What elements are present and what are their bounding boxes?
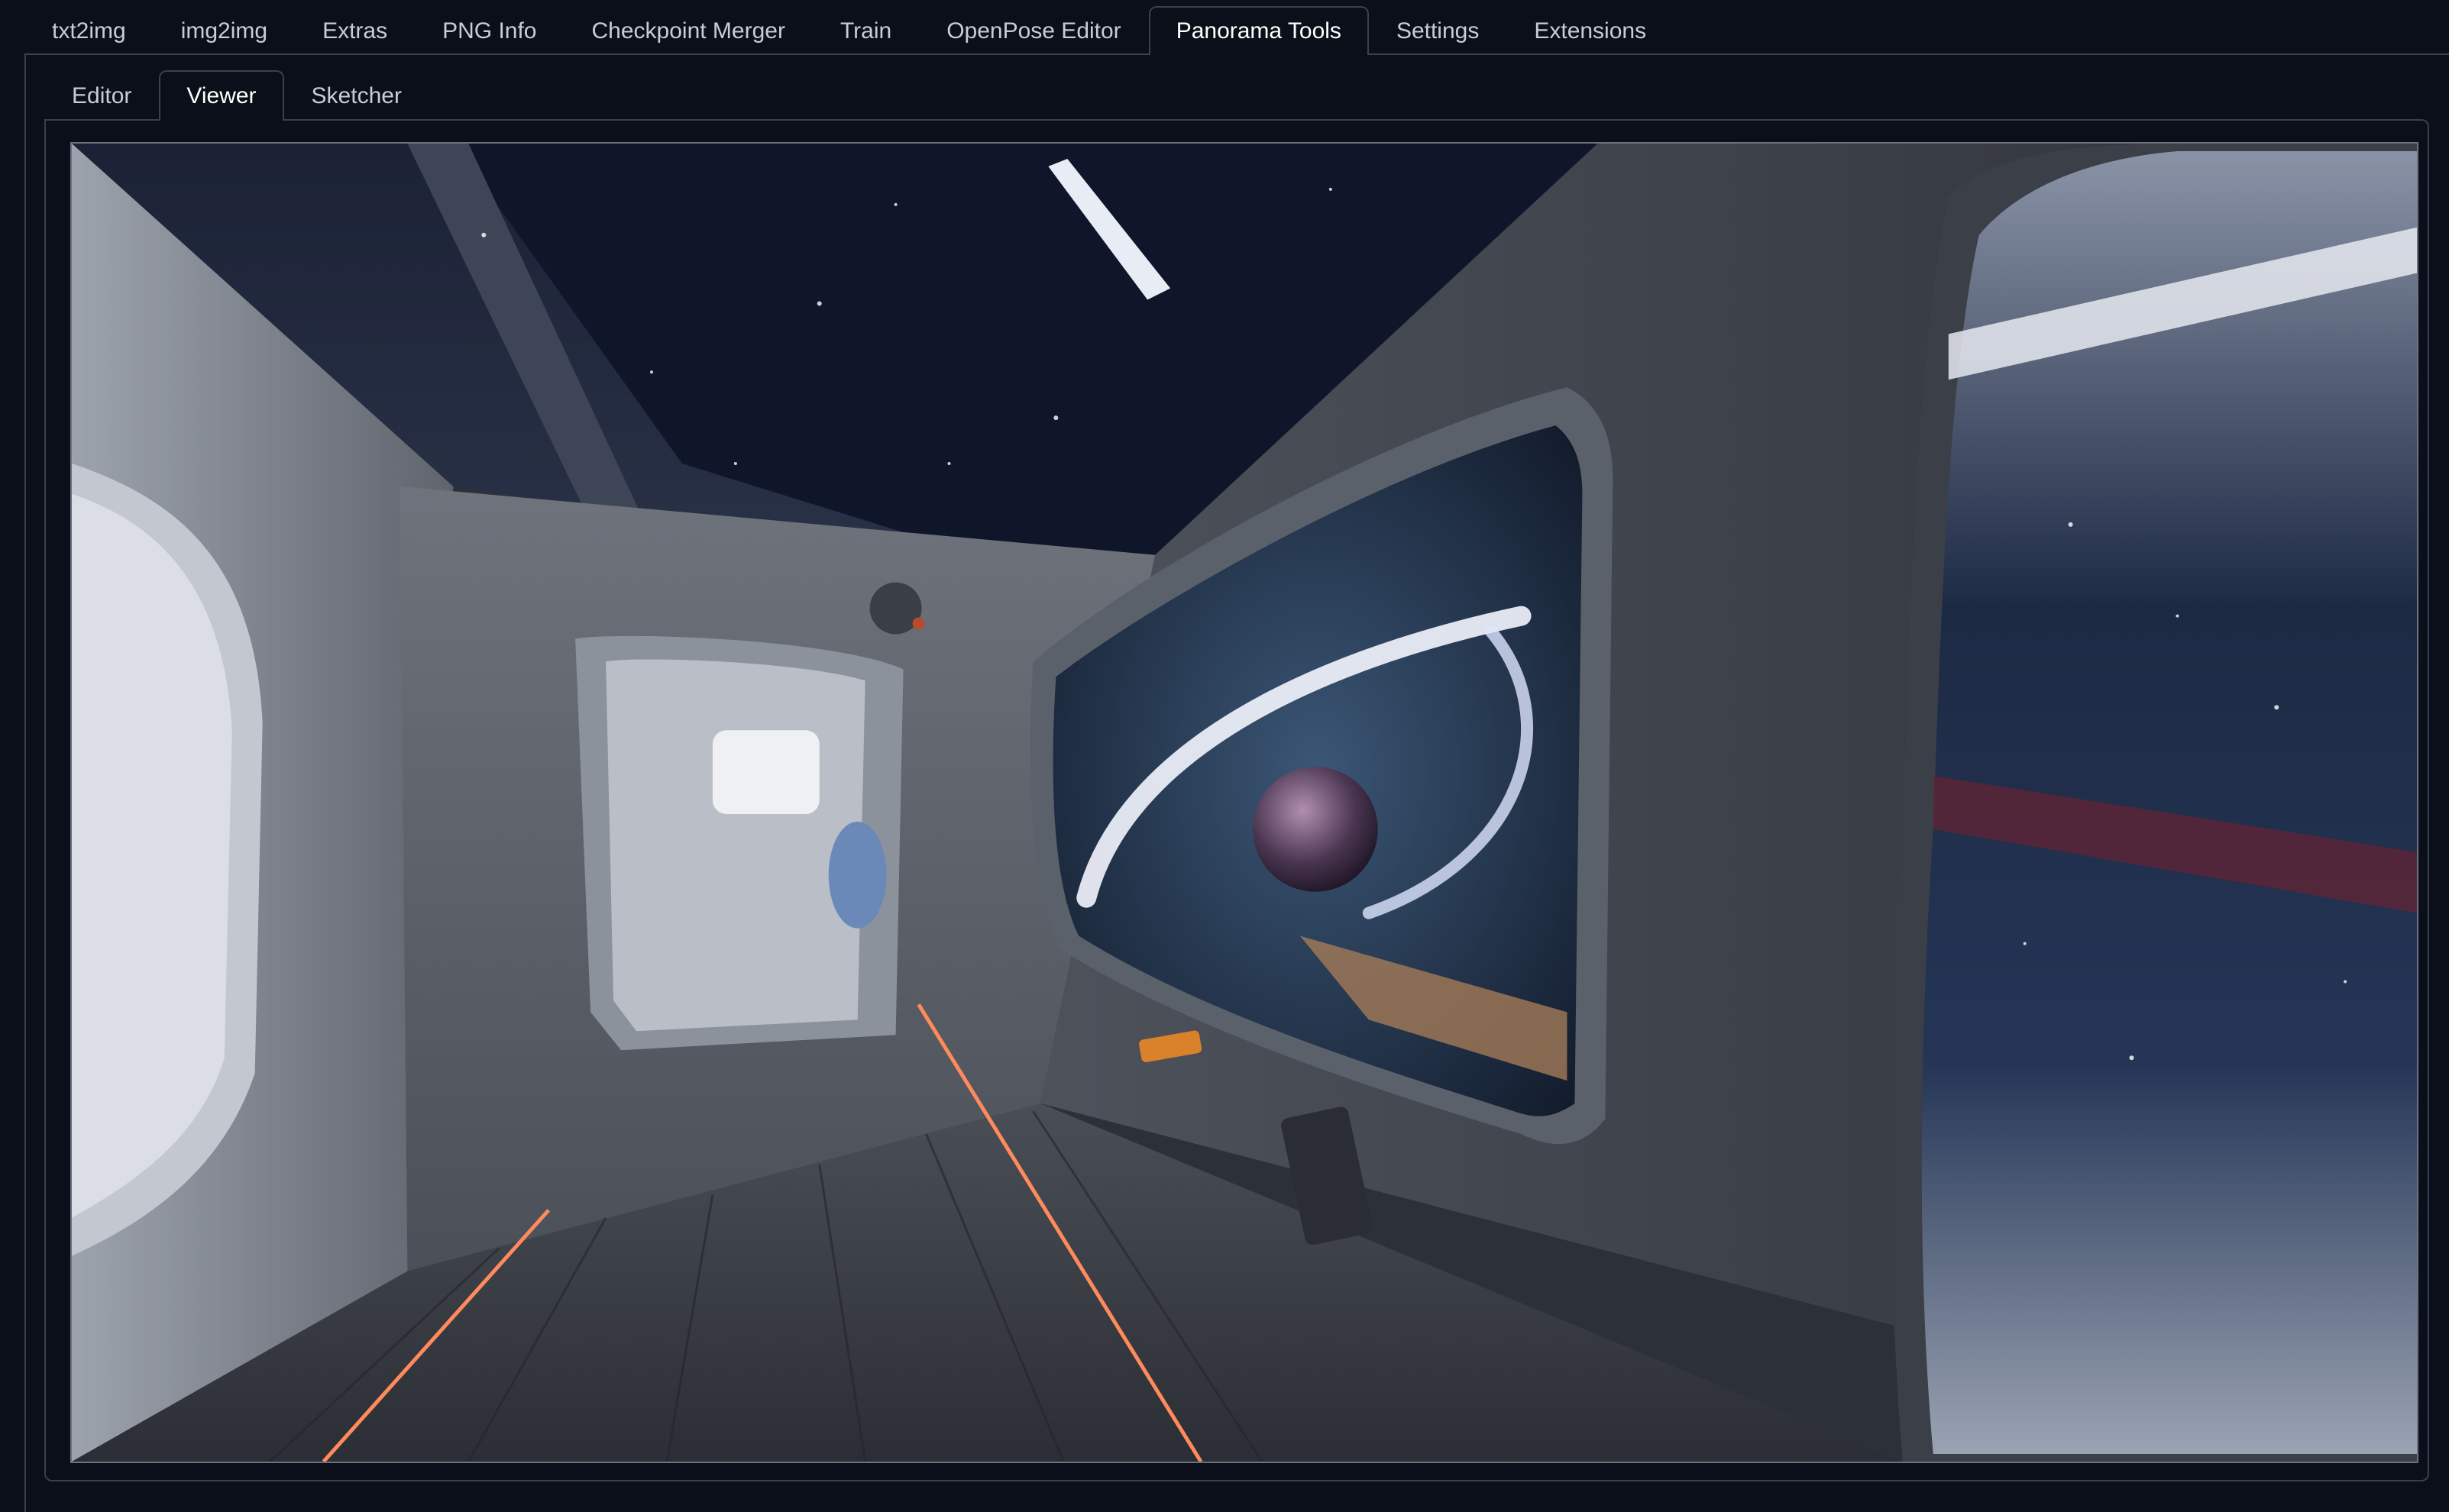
tab-settings[interactable]: Settings [1369,6,1506,55]
tab-img2img[interactable]: img2img [154,6,295,55]
tab-train[interactable]: Train [813,6,919,55]
tab-editor[interactable]: Editor [44,70,159,121]
panorama-viewer[interactable] [70,142,2418,1463]
main-tab-bar: txt2img img2img Extras PNG Info Checkpoi… [24,6,1674,55]
panorama-sub-tab-bar: Editor Viewer Sketcher [44,70,429,121]
tab-extensions[interactable]: Extensions [1506,6,1674,55]
tab-png-info[interactable]: PNG Info [415,6,564,55]
tab-openpose-editor[interactable]: OpenPose Editor [919,6,1148,55]
tab-checkpoint-merger[interactable]: Checkpoint Merger [565,6,813,55]
tab-sketcher[interactable]: Sketcher [284,70,429,121]
tab-panorama-tools[interactable]: Panorama Tools [1148,6,1369,55]
panorama-image [72,144,2417,1462]
tab-extras[interactable]: Extras [295,6,415,55]
tab-viewer[interactable]: Viewer [159,70,284,121]
tab-txt2img[interactable]: txt2img [24,6,154,55]
